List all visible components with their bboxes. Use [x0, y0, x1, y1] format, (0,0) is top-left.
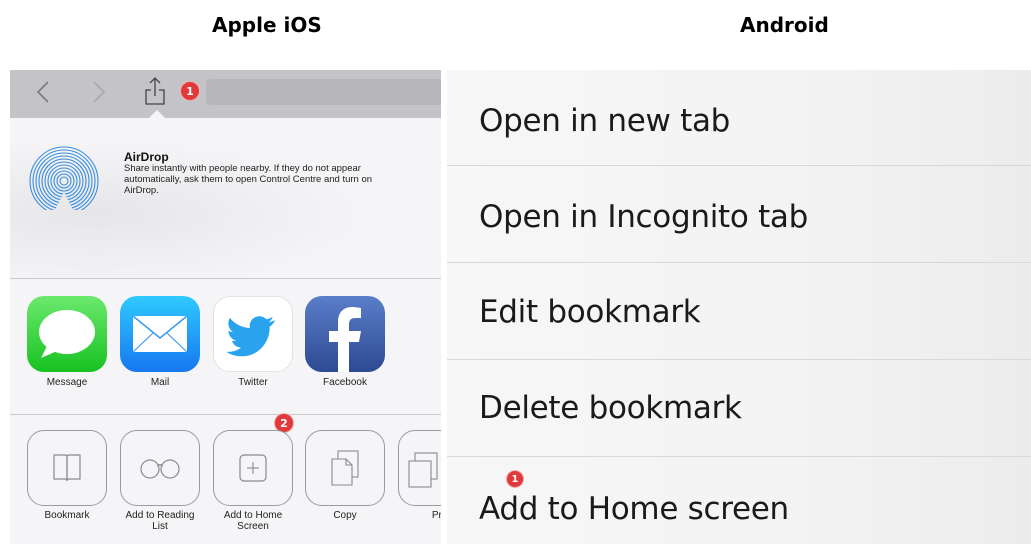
- address-bar[interactable]: [206, 79, 441, 105]
- action-label: Bookmark: [44, 510, 90, 521]
- menu-item-label: Edit bookmark: [479, 294, 701, 330]
- app-label: Message: [46, 377, 88, 388]
- share-mail-button[interactable]: Mail: [120, 296, 200, 388]
- forward-button[interactable]: [86, 78, 110, 106]
- share-sheet: AirDrop Share instantly with people near…: [10, 110, 441, 544]
- menu-item-label: Add to Home screen: [479, 491, 789, 527]
- ios-share-panel: 1 AirDrop Share instantly with people ne…: [10, 70, 441, 544]
- bookmark-button[interactable]: Bookmark: [27, 430, 107, 521]
- android-context-menu: Open in new tab Open in Incognito tab Ed…: [447, 70, 1031, 544]
- menu-item-add-to-home-screen[interactable]: Add to Home screen: [447, 458, 1031, 544]
- menu-item-open-incognito-tab[interactable]: Open in Incognito tab: [447, 167, 1031, 263]
- facebook-icon: [305, 296, 385, 372]
- menu-item-open-new-tab[interactable]: Open in new tab: [447, 70, 1031, 166]
- action-label: Pri: [431, 510, 441, 521]
- chevron-right-icon: [93, 81, 106, 103]
- twitter-icon: [213, 296, 293, 372]
- airdrop-description: Share instantly with people nearby. If t…: [124, 163, 373, 196]
- share-icon: [145, 77, 165, 105]
- airdrop-title: AirDrop: [124, 150, 169, 164]
- step-badge-1: 1: [507, 471, 523, 487]
- menu-item-label: Open in Incognito tab: [479, 199, 809, 235]
- menu-item-edit-bookmark[interactable]: Edit bookmark: [447, 264, 1031, 360]
- mail-icon: [120, 296, 200, 372]
- step-badge-1: 1: [181, 82, 199, 100]
- print-icon: [398, 430, 441, 506]
- app-label: Twitter: [238, 377, 268, 388]
- back-button[interactable]: [32, 78, 56, 106]
- divider: [10, 414, 441, 415]
- airdrop-icon: [29, 146, 99, 210]
- app-label: Facebook: [323, 377, 367, 388]
- print-button[interactable]: Pri: [398, 430, 441, 521]
- glasses-icon: [120, 430, 200, 506]
- action-label: Copy: [333, 510, 357, 521]
- action-label: Add to Home Screen: [223, 510, 283, 532]
- copy-button[interactable]: Copy: [305, 430, 385, 521]
- share-facebook-button[interactable]: Facebook: [305, 296, 385, 388]
- chevron-left-icon: [36, 81, 49, 103]
- menu-item-delete-bookmark[interactable]: Delete bookmark: [447, 361, 1031, 457]
- book-icon: [27, 430, 107, 506]
- share-message-button[interactable]: Message: [27, 296, 107, 388]
- safari-toolbar: 1: [10, 70, 441, 118]
- ios-heading: Apple iOS: [212, 13, 322, 37]
- app-label: Mail: [150, 377, 170, 388]
- divider: [10, 278, 441, 279]
- menu-item-label: Open in new tab: [479, 103, 731, 139]
- plus-icon: [213, 430, 293, 506]
- action-label: Add to Reading List: [125, 510, 195, 532]
- message-icon: [27, 296, 107, 372]
- add-to-reading-list-button[interactable]: Add to Reading List: [120, 430, 200, 532]
- airdrop-section[interactable]: AirDrop Share instantly with people near…: [10, 118, 441, 278]
- android-heading: Android: [740, 13, 829, 37]
- share-button[interactable]: [144, 76, 166, 106]
- menu-item-label: Delete bookmark: [479, 390, 742, 426]
- add-to-home-screen-button[interactable]: Add to Home Screen: [213, 430, 293, 532]
- copy-icon: [305, 430, 385, 506]
- share-twitter-button[interactable]: Twitter: [213, 296, 293, 388]
